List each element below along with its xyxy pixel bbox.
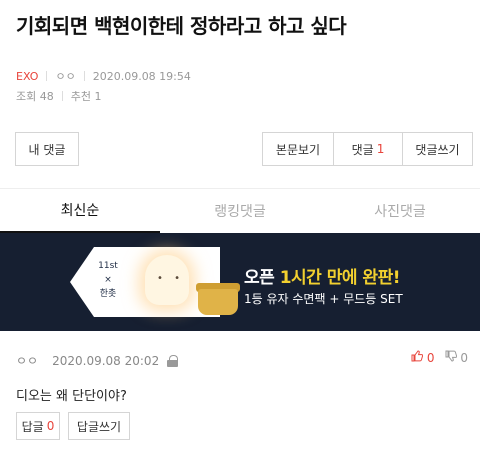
tab-latest[interactable]: 최신순 — [0, 189, 160, 233]
headline-prefix: 오픈 — [244, 268, 275, 288]
banner-logo: 11st × 한촛 — [86, 259, 130, 301]
tab-photo[interactable]: 사진댓글 — [320, 189, 480, 233]
comment-datetime: 2020.09.08 20:02 — [52, 353, 160, 368]
upvote-button[interactable]: 0 — [411, 350, 435, 365]
logo-line: 한촛 — [99, 289, 117, 299]
ad-banner[interactable]: 11st × 한촛 • • 오픈 1시간 만에 완판! 1등 유자 수면팩 + … — [0, 233, 480, 331]
lock-icon — [167, 354, 179, 367]
downvote-button[interactable]: 0 — [445, 350, 468, 365]
comment-text: 디오는 왜 단단이야? — [16, 389, 127, 404]
divider — [83, 71, 85, 81]
reply-button[interactable]: 답글 0 — [16, 412, 60, 440]
comments-button[interactable]: 댓글 1 — [333, 132, 403, 166]
thumbs-up-icon — [411, 350, 424, 362]
post-stats: 조회 48 추천 1 — [16, 88, 101, 104]
my-comments-button[interactable]: 내 댓글 — [15, 132, 79, 166]
post-author: ㅇㅇ — [55, 70, 76, 83]
recommend-count: 추천 1 — [70, 90, 102, 103]
comments-count: 1 — [376, 142, 385, 156]
comment-votes: 0 0 — [411, 350, 468, 365]
logo-line: × — [104, 275, 112, 285]
thumbs-down-icon — [445, 350, 457, 362]
banner-subline: 1등 유자 수면팩 + 무드등 SET — [244, 292, 403, 306]
write-reply-button[interactable]: 답글쓰기 — [68, 412, 130, 440]
headline-highlight: 1시간 만에 완판! — [279, 268, 401, 288]
reply-count: 0 — [46, 419, 55, 433]
comment-author: ㅇㅇ — [16, 354, 39, 368]
banner-headline: 오픈 1시간 만에 완판! — [244, 263, 400, 288]
post-meta: EXO ㅇㅇ 2020.09.08 19:54 — [16, 68, 191, 84]
lamp-face: • • — [157, 273, 184, 284]
tab-ranking[interactable]: 랭킹댓글 — [160, 189, 320, 233]
category-link[interactable]: EXO — [16, 70, 38, 83]
upvote-count: 0 — [426, 351, 435, 365]
post-action-group: 본문보기 댓글 1 댓글쓰기 — [262, 132, 473, 166]
divider — [61, 91, 63, 101]
write-comment-button[interactable]: 댓글쓰기 — [402, 132, 473, 166]
views-count: 조회 48 — [16, 90, 54, 103]
reply-label: 답글 — [21, 419, 44, 434]
comment-sort-tabs: 최신순 랭킹댓글 사진댓글 — [0, 188, 480, 233]
comment-actions: 답글 0 답글쓰기 — [16, 412, 130, 440]
post-title: 기회되면 백현이한테 정하라고 하고 싶다 — [16, 14, 347, 38]
logo-line: 11st — [98, 261, 118, 271]
body-view-button[interactable]: 본문보기 — [262, 132, 334, 166]
post-datetime: 2020.09.08 19:54 — [92, 69, 191, 83]
divider — [46, 71, 48, 81]
sleeping-pack-jar-image — [198, 289, 238, 315]
comment-meta: ㅇㅇ 2020.09.08 20:02 — [16, 352, 179, 369]
downvote-count: 0 — [460, 351, 468, 365]
comments-label: 댓글 — [351, 142, 374, 157]
